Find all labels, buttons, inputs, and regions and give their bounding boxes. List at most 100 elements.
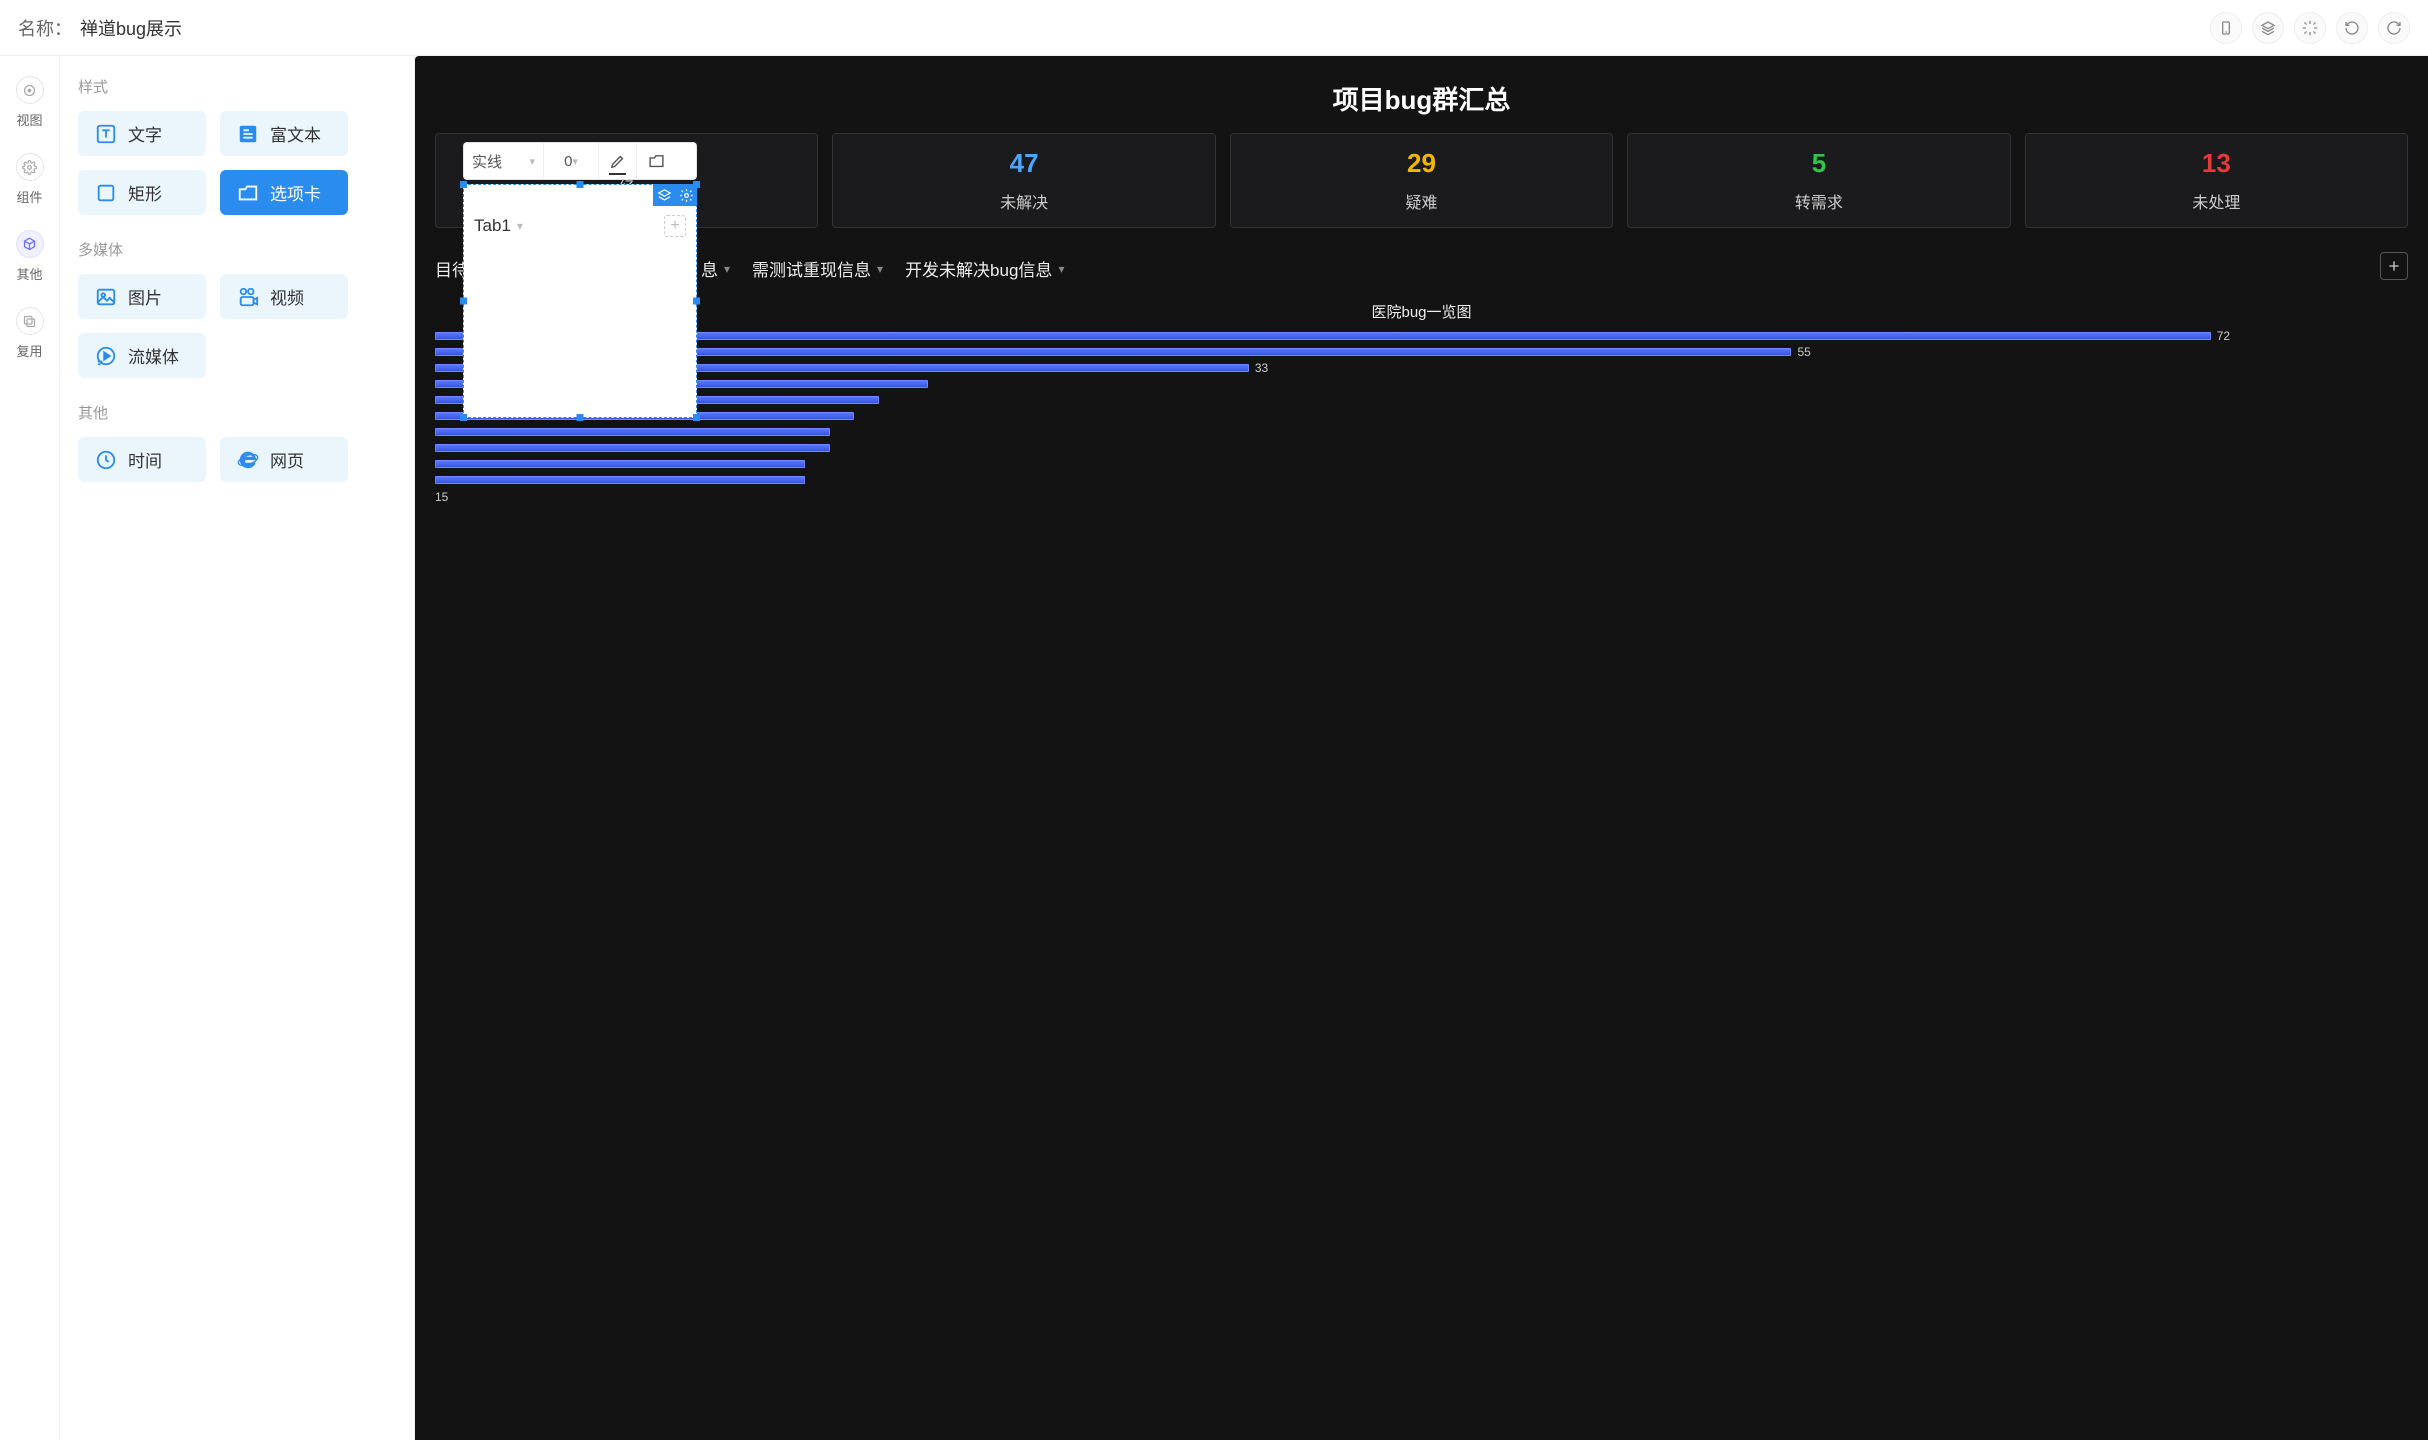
bar-row [435, 378, 2408, 390]
chip-label: 选项卡 [270, 180, 321, 205]
chart-area: 医院bug一览图 72 55 33 15 [415, 291, 2428, 524]
chip-label: 富文本 [270, 121, 321, 146]
component-panel: 样式 文字 富文本 矩形 选项卡 多媒体 [60, 56, 415, 1440]
chevron-down-icon: ▾ [572, 155, 578, 168]
chip-label: 图片 [128, 284, 162, 309]
reload-button[interactable] [2378, 12, 2410, 44]
bar-value-label: 55 [1797, 345, 1810, 359]
bar [435, 444, 830, 452]
chip-richtext[interactable]: 富文本 [220, 111, 348, 156]
chevron-down-icon: ▾ [877, 262, 883, 276]
border-width-select[interactable]: 0▾ [544, 143, 599, 179]
tab-item[interactable]: 息▾ [701, 256, 730, 281]
stats-row: 经 47 未解决 29 疑难 5 转需求 13 [415, 133, 2428, 242]
axis-end-label: 15 [435, 490, 2408, 504]
mobile-preview-button[interactable] [2210, 12, 2242, 44]
bar [435, 332, 2211, 340]
tab-item[interactable]: 开发未解决bug信息▾ [905, 256, 1064, 281]
chip-tabs[interactable]: 选项卡 [220, 170, 348, 215]
bar-row [435, 394, 2408, 406]
page-title: 禅道bug展示 [80, 15, 182, 41]
bar-row [435, 458, 2408, 470]
add-tab-button[interactable] [2380, 252, 2408, 280]
settings-button[interactable] [675, 184, 697, 206]
nav-label: 复用 [16, 341, 42, 360]
widget-body[interactable]: Tab1▾ + [463, 184, 697, 418]
layer-button[interactable] [653, 184, 675, 206]
chip-label: 矩形 [128, 180, 162, 205]
loading-icon [2294, 12, 2326, 44]
chip-label: 网页 [270, 447, 304, 472]
stat-card: 29 疑难 [1230, 133, 1613, 228]
stream-icon [94, 344, 118, 368]
selected-widget[interactable]: 实线▾ 0▾ [463, 142, 697, 418]
section-other-title: 其他 [78, 402, 396, 423]
bar-row [435, 474, 2408, 486]
nav-label: 视图 [16, 110, 42, 129]
edit-button[interactable] [599, 143, 637, 179]
nav-label: 组件 [16, 187, 42, 206]
bar [435, 428, 830, 436]
chip-image[interactable]: 图片 [78, 274, 206, 319]
nav-other[interactable]: 其他 [16, 230, 44, 283]
bar-row [435, 410, 2408, 422]
chip-rect[interactable]: 矩形 [78, 170, 206, 215]
chip-label: 视频 [270, 284, 304, 309]
dashboard-title: 项目bug群汇总 [435, 80, 2408, 117]
layers-button[interactable] [2252, 12, 2284, 44]
bar-row [435, 442, 2408, 454]
stat-value: 5 [1812, 148, 1826, 179]
stat-label: 未处理 [2192, 189, 2240, 213]
tabs-icon [236, 181, 260, 205]
dashboard-tabs: 目待 息▾ 需测试重现信息▾ 开发未解决bug信息▾ [415, 242, 2428, 291]
nav-label: 其他 [16, 264, 42, 283]
clock-icon [94, 448, 118, 472]
chevron-down-icon: ▾ [1058, 262, 1064, 276]
stat-card: 47 未解决 [832, 133, 1215, 228]
nav-view[interactable]: 视图 [16, 76, 44, 129]
bar-row: 72 [435, 330, 2408, 342]
refresh-button[interactable] [2336, 12, 2368, 44]
bar-row: 55 [435, 346, 2408, 358]
bar-chart: 72 55 33 [435, 330, 2408, 486]
rect-icon [94, 181, 118, 205]
chip-web[interactable]: 网页 [220, 437, 348, 482]
bar-value-label: 33 [1255, 361, 1268, 375]
section-style-title: 样式 [78, 76, 396, 97]
stat-card: 13 未处理 [2025, 133, 2408, 228]
copy-icon [16, 307, 44, 335]
design-canvas[interactable]: 项目bug群汇总 经 47 未解决 29 疑难 [415, 56, 2428, 1440]
cube-icon [16, 230, 44, 258]
nav-component[interactable]: 组件 [16, 153, 44, 206]
stat-label: 疑难 [1406, 189, 1438, 213]
stat-label: 转需求 [1795, 189, 1843, 213]
chart-title: 医院bug一览图 [435, 301, 2408, 322]
stat-card: 5 转需求 [1627, 133, 2010, 228]
nav-reuse[interactable]: 复用 [16, 307, 44, 360]
chip-stream[interactable]: 流媒体 [78, 333, 206, 378]
widget-tab[interactable]: Tab1▾ [474, 216, 523, 236]
folder-button[interactable] [637, 143, 675, 179]
stat-value: 29 [1407, 148, 1436, 179]
chip-label: 流媒体 [128, 343, 179, 368]
video-icon [236, 285, 260, 309]
left-nav: 视图 组件 其他 复用 [0, 56, 60, 1440]
chip-text[interactable]: 文字 [78, 111, 206, 156]
chip-time[interactable]: 时间 [78, 437, 206, 482]
image-icon [94, 285, 118, 309]
tab-item[interactable]: 需测试重现信息▾ [752, 256, 883, 281]
text-icon [94, 122, 118, 146]
chevron-down-icon: ▾ [724, 262, 730, 276]
gear-icon [16, 153, 44, 181]
chip-video[interactable]: 视频 [220, 274, 348, 319]
bar-value-label: 72 [2217, 329, 2230, 343]
chevron-down-icon: ▾ [529, 155, 535, 168]
line-style-select[interactable]: 实线▾ [464, 143, 544, 179]
bar-row [435, 426, 2408, 438]
bar [435, 476, 805, 484]
chip-label: 文字 [128, 121, 162, 146]
stat-label: 未解决 [1000, 189, 1048, 213]
widget-add-tab[interactable]: + [664, 215, 686, 237]
section-media-title: 多媒体 [78, 239, 396, 260]
target-icon [16, 76, 44, 104]
